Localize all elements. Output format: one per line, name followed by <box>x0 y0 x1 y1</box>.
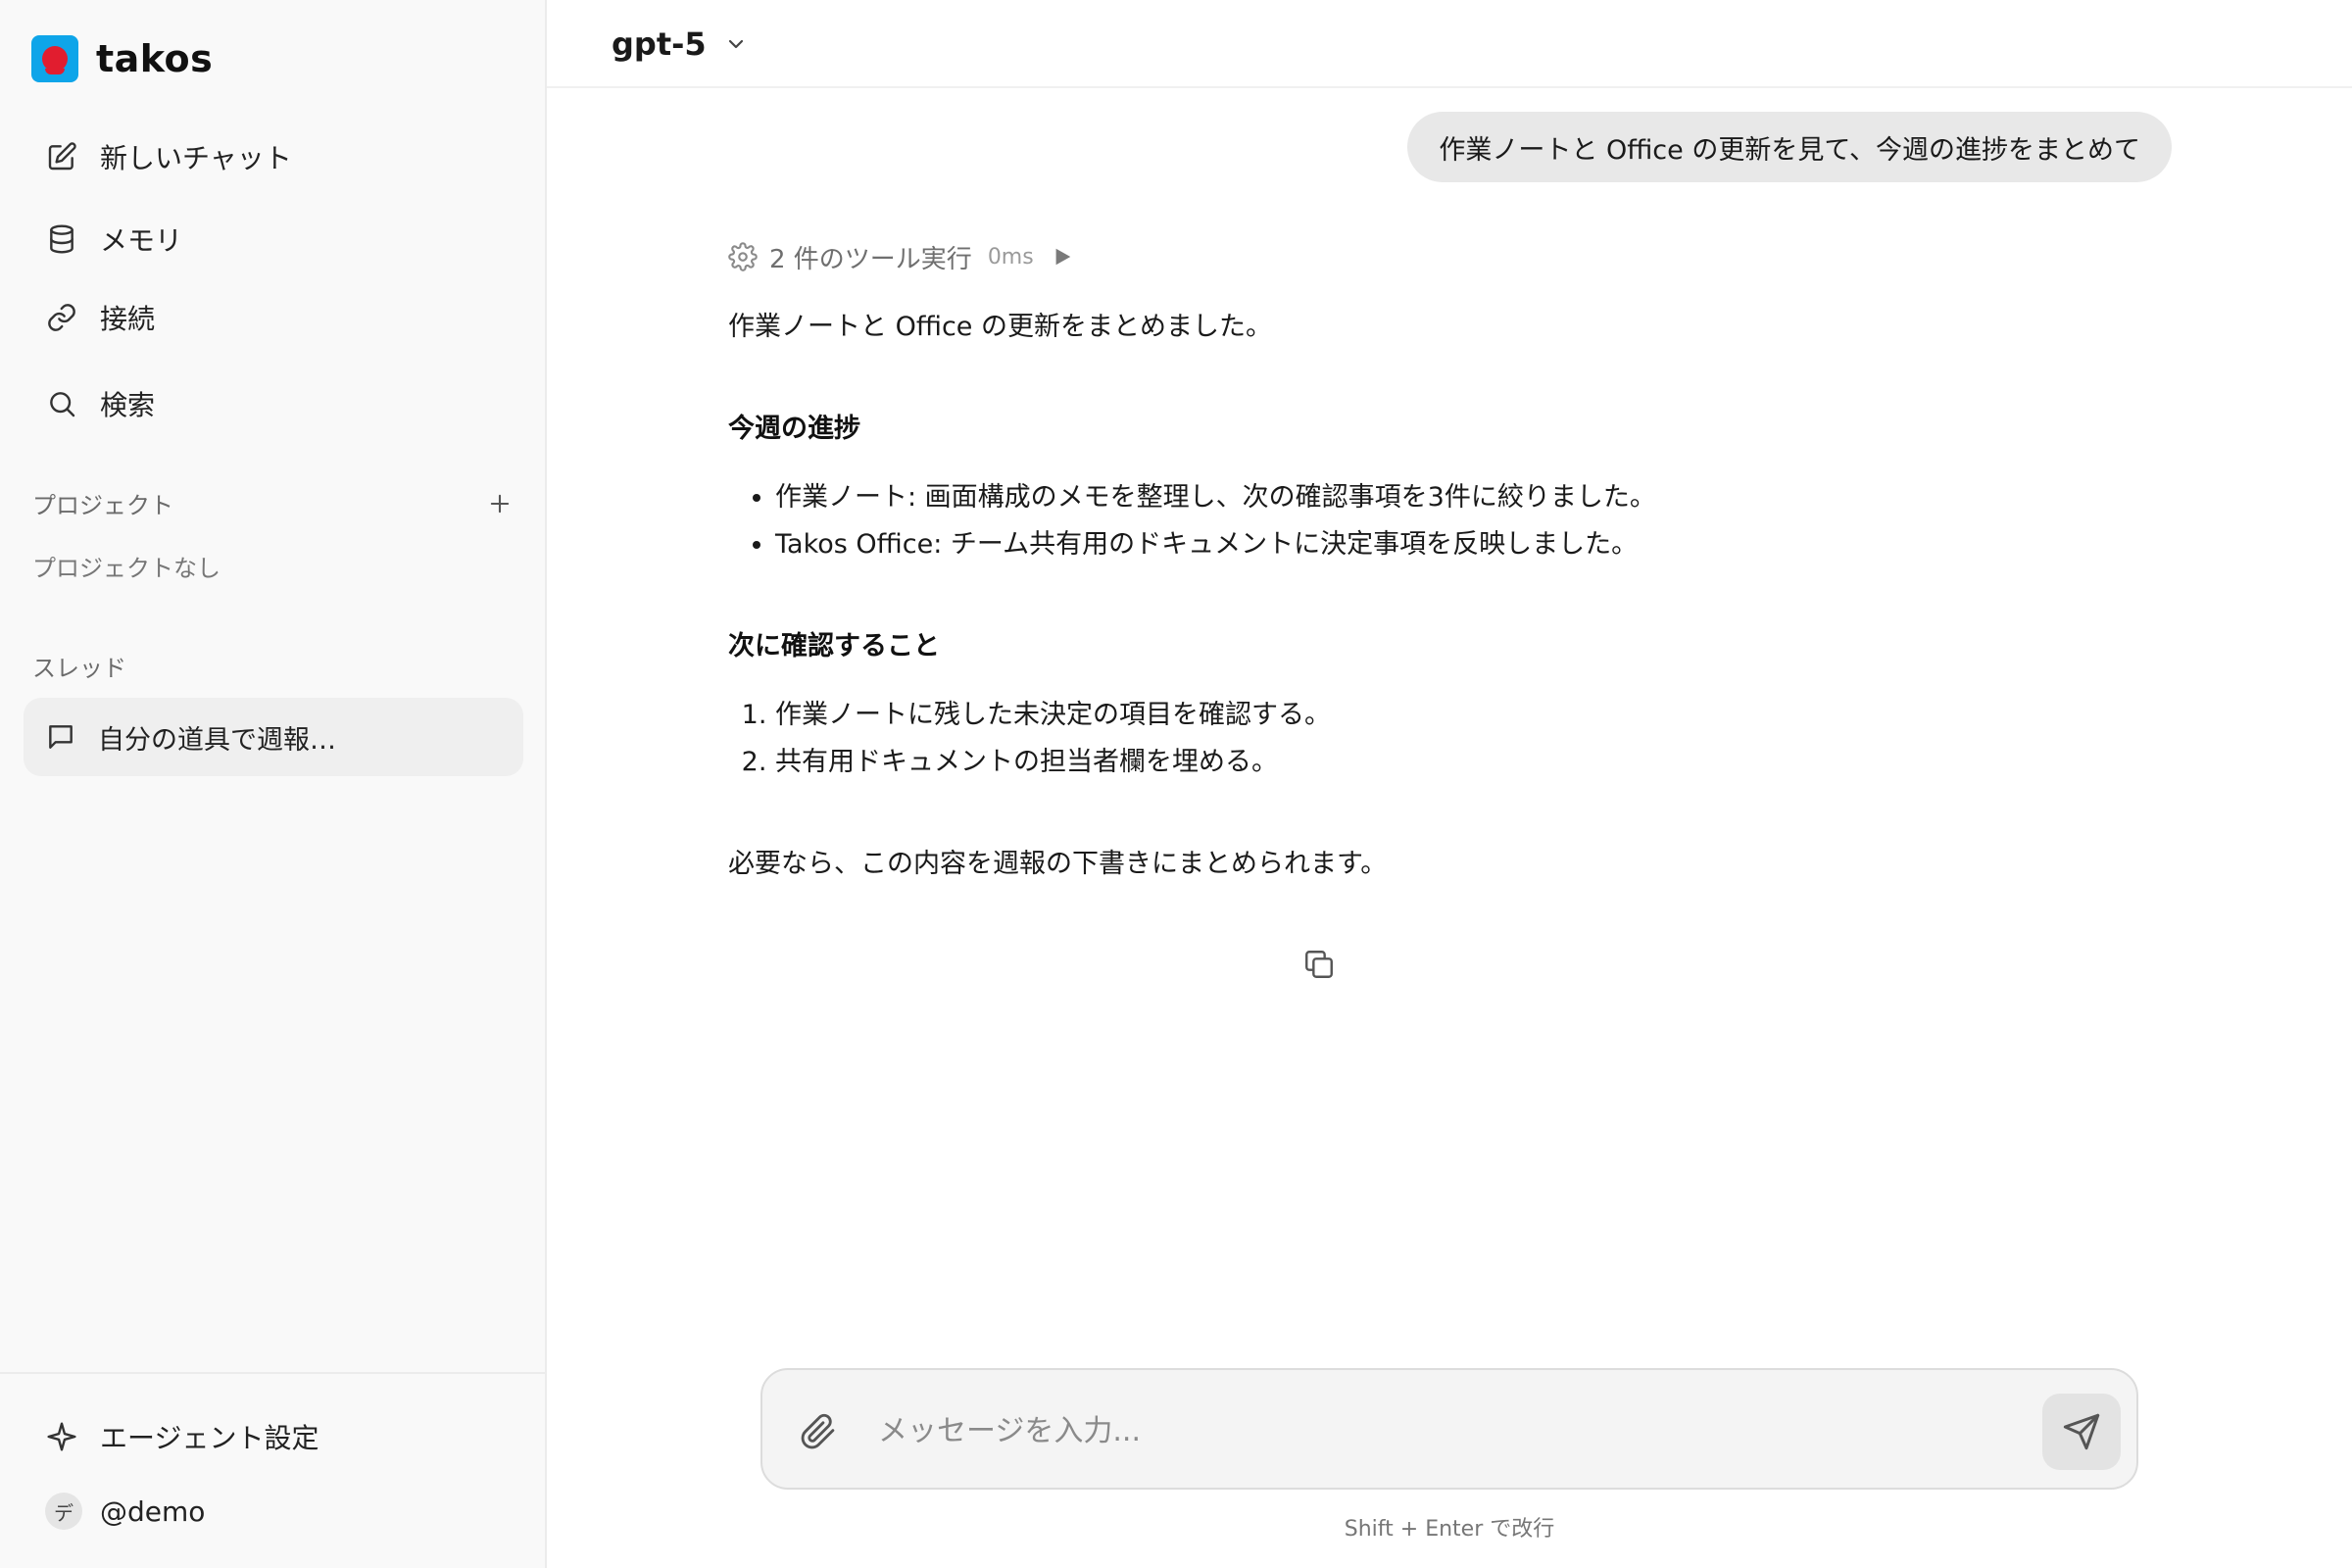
model-name: gpt-5 <box>612 25 707 63</box>
list-item: 作業ノート: 画面構成のメモを整理し、次の確認事項を3件に絞りました。 <box>775 474 2198 521</box>
thread-item[interactable]: 自分の道具で週報… <box>24 698 523 776</box>
user-message-text: 作業ノートと Office の更新を見て、今週の進捗をまとめて <box>1439 134 2140 166</box>
search-icon <box>45 387 78 420</box>
nav-new-chat[interactable]: 新しいチャット <box>27 127 525 186</box>
nav-memory-label: メモリ <box>100 224 183 257</box>
top-bar: gpt-5 <box>547 0 2352 88</box>
projects-empty-text: プロジェクトなし <box>32 555 220 582</box>
avatar: デ <box>45 1493 82 1530</box>
user-handle: @demo <box>100 1494 206 1528</box>
agent-settings-label: エージェント設定 <box>100 1422 319 1454</box>
tool-summary-text: 2 件のツール実行 <box>769 244 972 274</box>
paperclip-icon <box>801 1413 835 1449</box>
message-composer <box>760 1368 2138 1490</box>
user-profile-button[interactable]: デ @demo <box>27 1482 525 1541</box>
send-icon <box>2063 1413 2100 1450</box>
main-panel: gpt-5 作業ノートと Office の更新を見て、今週の進捗をまとめて 2 … <box>547 0 2352 1568</box>
list-item: 作業ノートに残した未決定の項目を確認する。 <box>775 692 2198 739</box>
nav-search[interactable]: 検索 <box>27 374 525 433</box>
composer-hint: Shift + Enter で改行 <box>1344 1517 1555 1542</box>
nav-search-label: 検索 <box>100 389 156 421</box>
takos-logo-icon <box>31 35 78 82</box>
section-heading-progress: 今週の進捗 <box>728 414 860 444</box>
attach-button[interactable] <box>794 1407 843 1456</box>
thread-item-label: 自分の道具で週報… <box>98 724 336 756</box>
list-item: Takos Office: チーム共有用のドキュメントに決定事項を反映しました。 <box>775 521 2198 568</box>
model-selector[interactable]: gpt-5 <box>612 22 748 67</box>
projects-section-label: プロジェクト <box>32 492 173 519</box>
next-steps-list: 作業ノートに残した未決定の項目を確認する。 共有用ドキュメントの担当者欄を埋める… <box>728 692 2198 786</box>
sparkle-icon <box>45 1420 78 1453</box>
gear-icon <box>728 242 758 271</box>
app-root: takos 新しいチャット メモリ 接続 検索 プロジェクト プロジェクトなし … <box>0 0 2352 1568</box>
chat-bubble-icon <box>45 721 76 753</box>
nav-new-chat-label: 新しいチャット <box>100 142 292 174</box>
assistant-intro: 作業ノートと Office の更新をまとめました。 <box>728 312 1272 342</box>
tool-calls-toggle[interactable]: 2 件のツール実行 0ms <box>728 235 1101 278</box>
section-heading-next: 次に確認すること <box>728 631 940 662</box>
chevron-down-icon <box>724 32 748 56</box>
send-button[interactable] <box>2042 1394 2121 1470</box>
copy-icon <box>1305 951 1333 978</box>
brand[interactable]: takos <box>31 35 213 82</box>
nav-memory[interactable]: メモリ <box>27 210 525 269</box>
message-input[interactable] <box>878 1399 2005 1462</box>
link-icon <box>45 301 78 334</box>
add-project-button[interactable] <box>480 484 519 523</box>
sidebar-footer: エージェント設定 デ @demo <box>0 1372 545 1568</box>
user-message-bubble: 作業ノートと Office の更新を見て、今週の進捗をまとめて <box>1407 112 2172 182</box>
sidebar: takos 新しいチャット メモリ 接続 検索 プロジェクト プロジェクトなし … <box>0 0 547 1568</box>
nav-connections[interactable]: 接続 <box>27 288 525 347</box>
brand-name: takos <box>96 37 214 80</box>
list-item: 共有用ドキュメントの担当者欄を埋める。 <box>775 739 2198 786</box>
nav-connections-label: 接続 <box>100 303 156 335</box>
threads-section-label: スレッド <box>32 655 126 682</box>
edit-icon <box>45 140 78 173</box>
agent-settings-button[interactable]: エージェント設定 <box>27 1407 525 1466</box>
plus-icon <box>490 494 510 514</box>
copy-button[interactable] <box>1294 939 1345 990</box>
assistant-closing: 必要なら、この内容を週報の下書きにまとめられます。 <box>728 849 1388 879</box>
tool-duration-text: 0ms <box>987 244 1034 270</box>
assistant-message: 2 件のツール実行 0ms 作業ノートと Office の更新をまとめました。 … <box>728 235 2198 888</box>
progress-list: 作業ノート: 画面構成のメモを整理し、次の確認事項を3件に絞りました。 Tako… <box>728 474 2198 568</box>
database-icon <box>45 222 78 256</box>
play-icon <box>1052 246 1073 268</box>
